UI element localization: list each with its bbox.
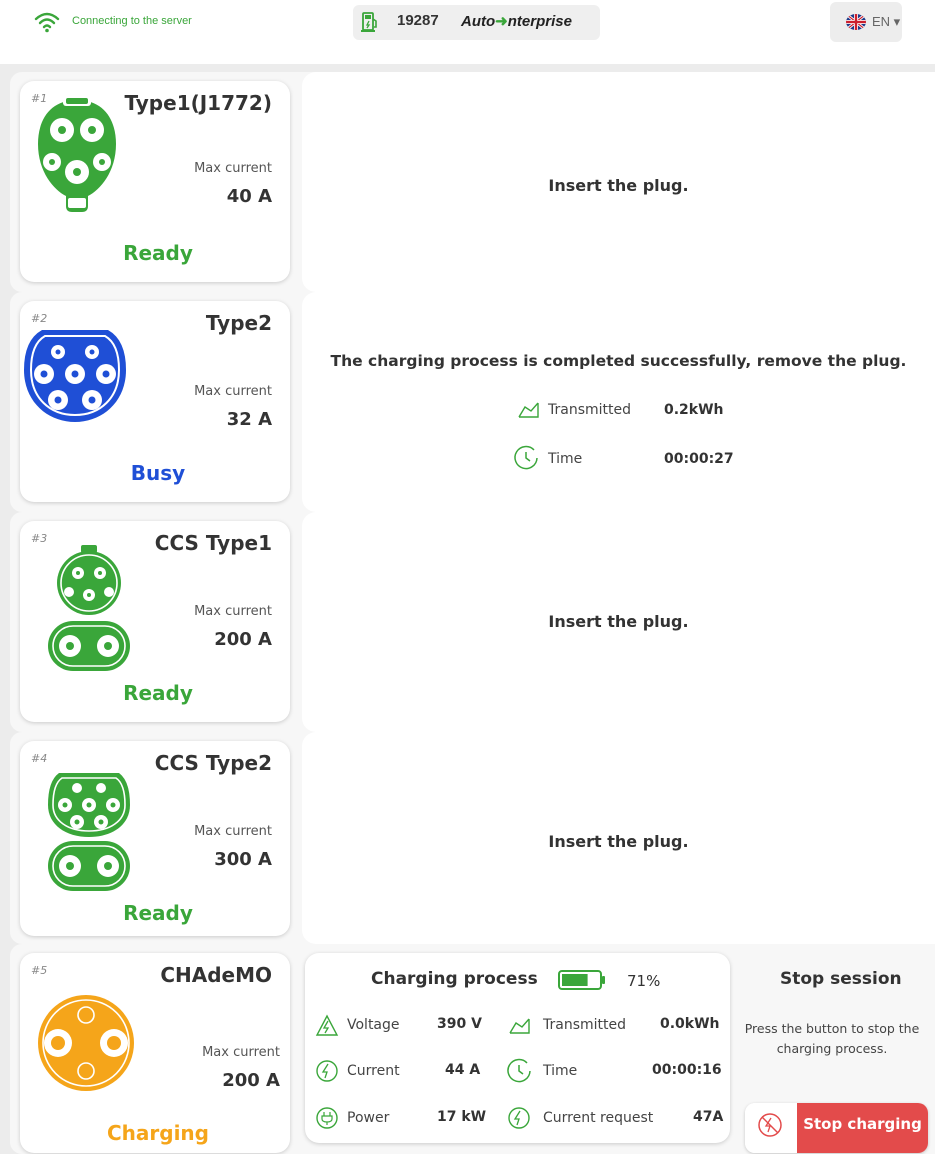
max-current-label: Max current [194,604,272,619]
connector-3-message: Insert the plug. [548,612,689,631]
connector-card-5[interactable]: #5 CHAdeMO Max current 200 A Charging [20,953,290,1153]
connector-3-panel: Insert the plug. [302,512,935,732]
connector-4-panel: Insert the plug. [302,732,935,944]
clock-icon [507,1058,531,1083]
metric-label: Time [543,1063,578,1079]
connector-number: #2 [31,312,48,325]
battery-percent: 71% [627,972,661,990]
language-selector[interactable]: EN ▾ [830,2,902,42]
connector-name: CCS Type2 [154,751,272,775]
connector-1-message: Insert the plug. [548,176,689,195]
metric-label: Current request [543,1110,654,1126]
charging-station-icon [361,12,377,32]
max-current-label: Max current [194,161,272,176]
max-current-label: Max current [194,384,272,399]
connector-name: Type2 [205,311,272,335]
connector-card-1[interactable]: #1 Type1(J1772) Max current 40 A Ready [20,81,290,282]
metric-value: 390 V [437,1016,482,1032]
charging-process-panel: Charging process 71% Voltage 390 V Curre… [305,953,730,1143]
type1-plug-icon [38,96,116,212]
connection-status: Connecting to the server [72,15,192,27]
station-id: 19287 [397,12,439,29]
stat-value: 00:00:27 [664,451,734,467]
max-current-value: 200 A [214,629,272,650]
brand-logo: Auto➜nterprise [461,13,572,30]
metric-value: 17 kW [437,1109,487,1125]
ccs-type2-plug-icon [48,773,130,891]
ccs-type1-plug-icon [48,545,130,671]
stop-charging-label: Stop charging [797,1103,928,1153]
connector-name: CHAdeMO [160,963,272,987]
current-icon [316,1060,338,1082]
stat-label: Transmitted [548,402,632,418]
connector-card-3[interactable]: #3 CCS Type1 Max current 200 A Ready [20,521,290,722]
clock-icon [514,445,538,470]
wifi-icon [34,12,60,33]
status-badge: Charging [106,1121,209,1145]
max-current-value: 32 A [226,409,272,430]
voltage-icon [315,1014,339,1036]
connector-row-5: #5 CHAdeMO Max current 200 A Charging Ch… [10,944,935,1154]
metric-label: Power [347,1110,390,1126]
metric-value: 47A [693,1109,724,1125]
metric-value: 44 A [445,1062,481,1078]
connector-row-4: Insert the plug. #4 CCS Type2 Max curren… [10,732,935,944]
energy-icon [518,402,539,418]
status-badge: Ready [123,241,193,265]
connector-2-message: The charging process is completed succes… [330,352,907,370]
stop-session-title: Stop session [780,969,902,989]
connector-name: CCS Type1 [154,531,272,555]
metric-label: Current [347,1063,400,1079]
connector-number: #5 [31,964,48,977]
status-badge: Ready [123,681,193,705]
max-current-label: Max current [202,1045,280,1060]
energy-icon [509,1018,530,1034]
current-request-icon [508,1107,530,1129]
connector-row-2: The charging process is completed succes… [10,292,935,512]
metric-label: Transmitted [543,1017,627,1033]
metric-value: 00:00:16 [652,1062,722,1078]
chademo-plug-icon [38,995,134,1091]
status-badge: Ready [123,901,193,925]
max-current-label: Max current [194,824,272,839]
top-bar: Connecting to the server 19287 Auto➜nter… [0,0,935,64]
no-charging-icon [745,1103,797,1153]
stop-session-description: Press the button to stop the charging pr… [744,1021,920,1056]
connector-card-4[interactable]: #4 CCS Type2 Max current 300 A Ready [20,741,290,936]
uk-flag-icon [846,14,866,30]
connector-card-2[interactable]: #2 Type2 Max current 32 A Busy [20,301,290,502]
status-badge: Busy [130,461,186,485]
charging-process-title: Charging process [371,969,538,989]
connector-4-message: Insert the plug. [548,832,689,851]
station-info: 19287 Auto➜nterprise [353,5,600,40]
max-current-value: 40 A [226,186,272,207]
stop-charging-button[interactable]: Stop charging [745,1103,928,1153]
connector-row-3: Insert the plug. #3 CCS Type1 Max curren… [10,512,935,732]
type2-plug-icon [24,330,126,422]
stat-label: Time [548,451,583,467]
connector-row-1: Insert the plug. #1 Type1(J1772) Max cur… [10,72,935,292]
power-plug-icon [316,1107,338,1129]
arrow-icon: ➜ [495,13,508,30]
metric-value: 0.0kWh [660,1016,720,1032]
max-current-value: 200 A [222,1070,280,1091]
battery-icon [558,970,605,990]
stat-value: 0.2kWh [664,402,724,418]
connector-2-panel: The charging process is completed succes… [302,292,935,512]
max-current-value: 300 A [214,849,272,870]
connector-1-panel: Insert the plug. [302,72,935,292]
metric-label: Voltage [347,1017,400,1033]
connector-name: Type1(J1772) [124,91,273,115]
